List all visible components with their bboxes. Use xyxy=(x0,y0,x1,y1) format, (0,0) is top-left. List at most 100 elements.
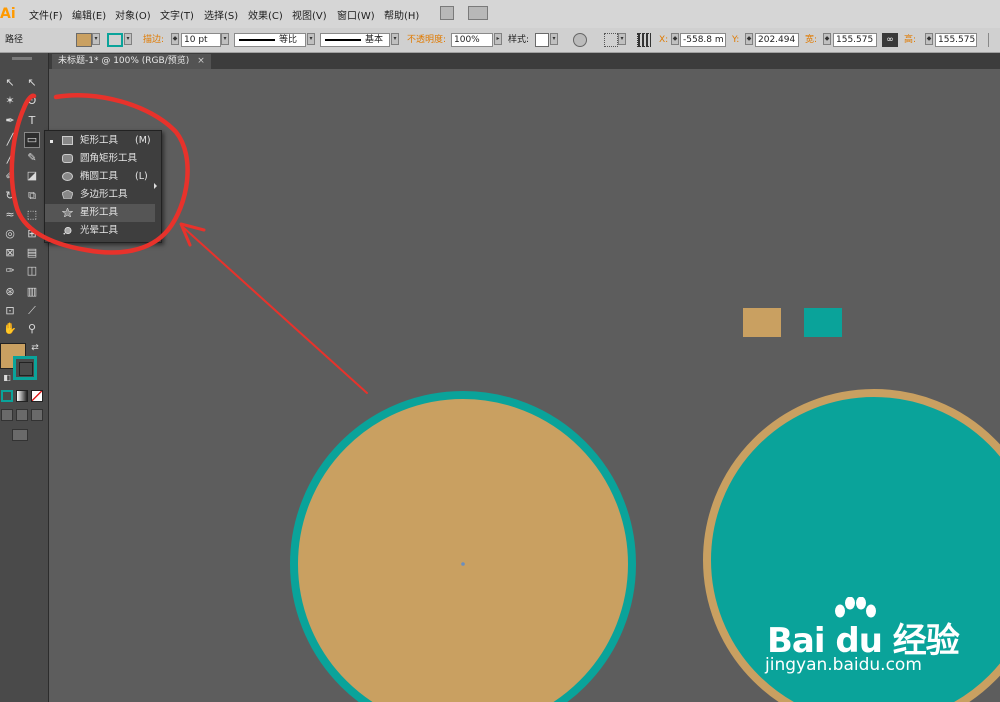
height-stepper[interactable]: ◆ xyxy=(925,33,933,45)
panel-grip[interactable] xyxy=(12,57,32,60)
menu-window[interactable]: 窗口(W) xyxy=(337,7,375,22)
rectangle-tool-icon[interactable]: ▭ xyxy=(24,132,40,148)
eyedropper-tool-icon[interactable]: ✑ xyxy=(3,264,17,278)
shape-builder-tool-icon[interactable]: ◎ xyxy=(3,227,17,241)
height-input[interactable]: 155.575 xyxy=(935,33,977,47)
line-segment-tool-icon[interactable]: ╱ xyxy=(3,133,17,147)
height-label[interactable]: 高: xyxy=(904,33,916,47)
flyout-ellipse-tool[interactable]: 椭圆工具 (L) xyxy=(45,168,155,186)
y-label[interactable]: Y: xyxy=(732,33,739,47)
reference-point-icon[interactable] xyxy=(637,33,651,47)
stroke-color-swatch[interactable] xyxy=(107,33,123,47)
opacity-dropdown[interactable]: ▸ xyxy=(494,33,502,45)
tearoff-arrow-icon[interactable] xyxy=(154,183,157,189)
pen-tool-icon[interactable]: ✒ xyxy=(3,114,17,128)
slice-tool-icon[interactable]: ⟋ xyxy=(25,304,39,318)
swap-fill-stroke-icon[interactable]: ⇄ xyxy=(28,341,42,355)
width-input[interactable]: 155.575 xyxy=(833,33,877,47)
transform-options-icon[interactable] xyxy=(988,33,998,47)
constrain-proportions-icon[interactable]: ∞ xyxy=(882,33,898,47)
eraser-tool-icon[interactable]: ◪ xyxy=(25,169,39,183)
paintbrush-tool-icon[interactable]: ╱ xyxy=(3,151,17,165)
draw-normal-icon[interactable] xyxy=(1,409,13,421)
type-tool-icon[interactable]: T xyxy=(25,114,39,128)
draw-behind-icon[interactable] xyxy=(16,409,28,421)
arrange-documents-icon[interactable] xyxy=(468,6,488,20)
width-stepper[interactable]: ◆ xyxy=(823,33,831,45)
default-fill-stroke-icon[interactable]: ◧ xyxy=(0,371,14,385)
flyout-rectangle-tool[interactable]: 矩形工具 (M) xyxy=(45,132,155,150)
free-transform-tool-icon[interactable]: ⬚ xyxy=(25,208,39,222)
flyout-rounded-rectangle-tool[interactable]: 圆角矩形工具 xyxy=(45,150,155,168)
fill-dropdown[interactable]: ▾ xyxy=(92,33,100,45)
menu-help[interactable]: 帮助(H) xyxy=(384,7,419,22)
variable-width-profile[interactable]: 等比 xyxy=(234,33,306,47)
gradient-mode-icon[interactable] xyxy=(16,390,28,402)
rotate-tool-icon[interactable]: ↻ xyxy=(3,189,17,203)
stroke-color-sample[interactable] xyxy=(804,308,842,337)
selection-tool-icon[interactable]: ↖ xyxy=(3,76,17,90)
stroke-weight-dropdown[interactable]: ▾ xyxy=(221,33,229,45)
draw-inside-icon[interactable] xyxy=(31,409,43,421)
x-stepper[interactable]: ◆ xyxy=(671,33,679,45)
width-label[interactable]: 宽: xyxy=(805,33,817,47)
profile-dropdown[interactable]: ▾ xyxy=(307,33,315,45)
blend-tool-icon[interactable]: ◫ xyxy=(25,264,39,278)
menu-object[interactable]: 对象(O) xyxy=(115,7,151,22)
screen-mode-icon[interactable] xyxy=(12,429,28,441)
blob-brush-tool-icon[interactable]: ✐ xyxy=(3,169,17,183)
pencil-tool-icon[interactable]: ✎ xyxy=(25,151,39,165)
stroke-weight-input[interactable]: 10 pt xyxy=(181,33,221,47)
x-input[interactable]: -558.8 m xyxy=(680,33,726,47)
opacity-label[interactable]: 不透明度: xyxy=(407,33,446,47)
stroke-weight-label[interactable]: 描边: xyxy=(143,33,164,47)
zoom-tool-icon[interactable]: ⚲ xyxy=(25,322,39,336)
mesh-tool-icon[interactable]: ⊠ xyxy=(3,246,17,260)
style-label: 样式: xyxy=(508,35,530,45)
direct-selection-tool-icon[interactable]: ↖ xyxy=(25,76,39,90)
opacity-input[interactable]: 100% xyxy=(451,33,493,47)
stroke-color-dropdown[interactable]: ▾ xyxy=(124,33,132,45)
lasso-tool-icon[interactable]: ʘ xyxy=(25,94,39,108)
fill-color-swatch[interactable] xyxy=(76,33,92,47)
menu-effect[interactable]: 效果(C) xyxy=(248,7,283,22)
color-mode-icon[interactable] xyxy=(1,390,13,402)
menu-view[interactable]: 视图(V) xyxy=(292,7,327,22)
flyout-polygon-tool[interactable]: 多边形工具 xyxy=(45,186,155,204)
menu-type[interactable]: 文字(T) xyxy=(160,7,194,22)
x-label[interactable]: X: xyxy=(659,33,668,47)
hand-tool-icon[interactable]: ✋ xyxy=(3,322,17,336)
fill-color-sample[interactable] xyxy=(743,308,781,337)
recolor-artwork-icon[interactable] xyxy=(573,33,587,47)
flyout-flare-tool[interactable]: 光晕工具 xyxy=(45,222,155,240)
align-dropdown[interactable]: ▾ xyxy=(618,33,626,45)
style-dropdown[interactable]: ▾ xyxy=(550,33,558,45)
object-type-label: 路径 xyxy=(5,35,24,45)
width-tool-icon[interactable]: ≈ xyxy=(3,208,17,222)
close-tab-icon[interactable]: × xyxy=(197,56,205,66)
bridge-icon[interactable] xyxy=(440,6,454,20)
menu-file[interactable]: 文件(F) xyxy=(29,7,63,22)
brush-definition[interactable]: 基本 xyxy=(320,33,390,47)
perspective-grid-tool-icon[interactable]: ⊞ xyxy=(25,227,39,241)
symbol-sprayer-tool-icon[interactable]: ⊛ xyxy=(3,285,17,299)
y-stepper[interactable]: ◆ xyxy=(745,33,753,45)
align-icon[interactable] xyxy=(604,33,618,47)
magic-wand-tool-icon[interactable]: ✶ xyxy=(3,94,17,108)
tan-circle[interactable] xyxy=(290,391,636,702)
artboard-tool-icon[interactable]: ⊡ xyxy=(3,304,17,318)
none-mode-icon[interactable] xyxy=(31,390,43,402)
graphic-style-swatch[interactable] xyxy=(535,33,549,47)
toolbar-stroke-swatch[interactable] xyxy=(13,356,37,380)
menu-edit[interactable]: 编辑(E) xyxy=(72,7,106,22)
flyout-star-tool[interactable]: 星形工具 xyxy=(45,204,155,222)
scale-tool-icon[interactable]: ⧉ xyxy=(25,189,39,203)
tools-panel: ↖ ↖ ✶ ʘ ✒ T ╱ ▭ ╱ ✎ ✐ ◪ ↻ ⧉ ≈ ⬚ ◎ ⊞ ⊠ ▤ … xyxy=(0,53,49,702)
column-graph-tool-icon[interactable]: ▥ xyxy=(25,285,39,299)
menu-select[interactable]: 选择(S) xyxy=(204,7,238,22)
y-input[interactable]: 202.494 xyxy=(755,33,799,47)
stroke-weight-stepper[interactable]: ◆ xyxy=(171,33,179,45)
gradient-tool-icon[interactable]: ▤ xyxy=(25,246,39,260)
brush-dropdown[interactable]: ▾ xyxy=(391,33,399,45)
document-tab[interactable]: 未标题-1* @ 100% (RGB/预览) × xyxy=(52,54,211,69)
